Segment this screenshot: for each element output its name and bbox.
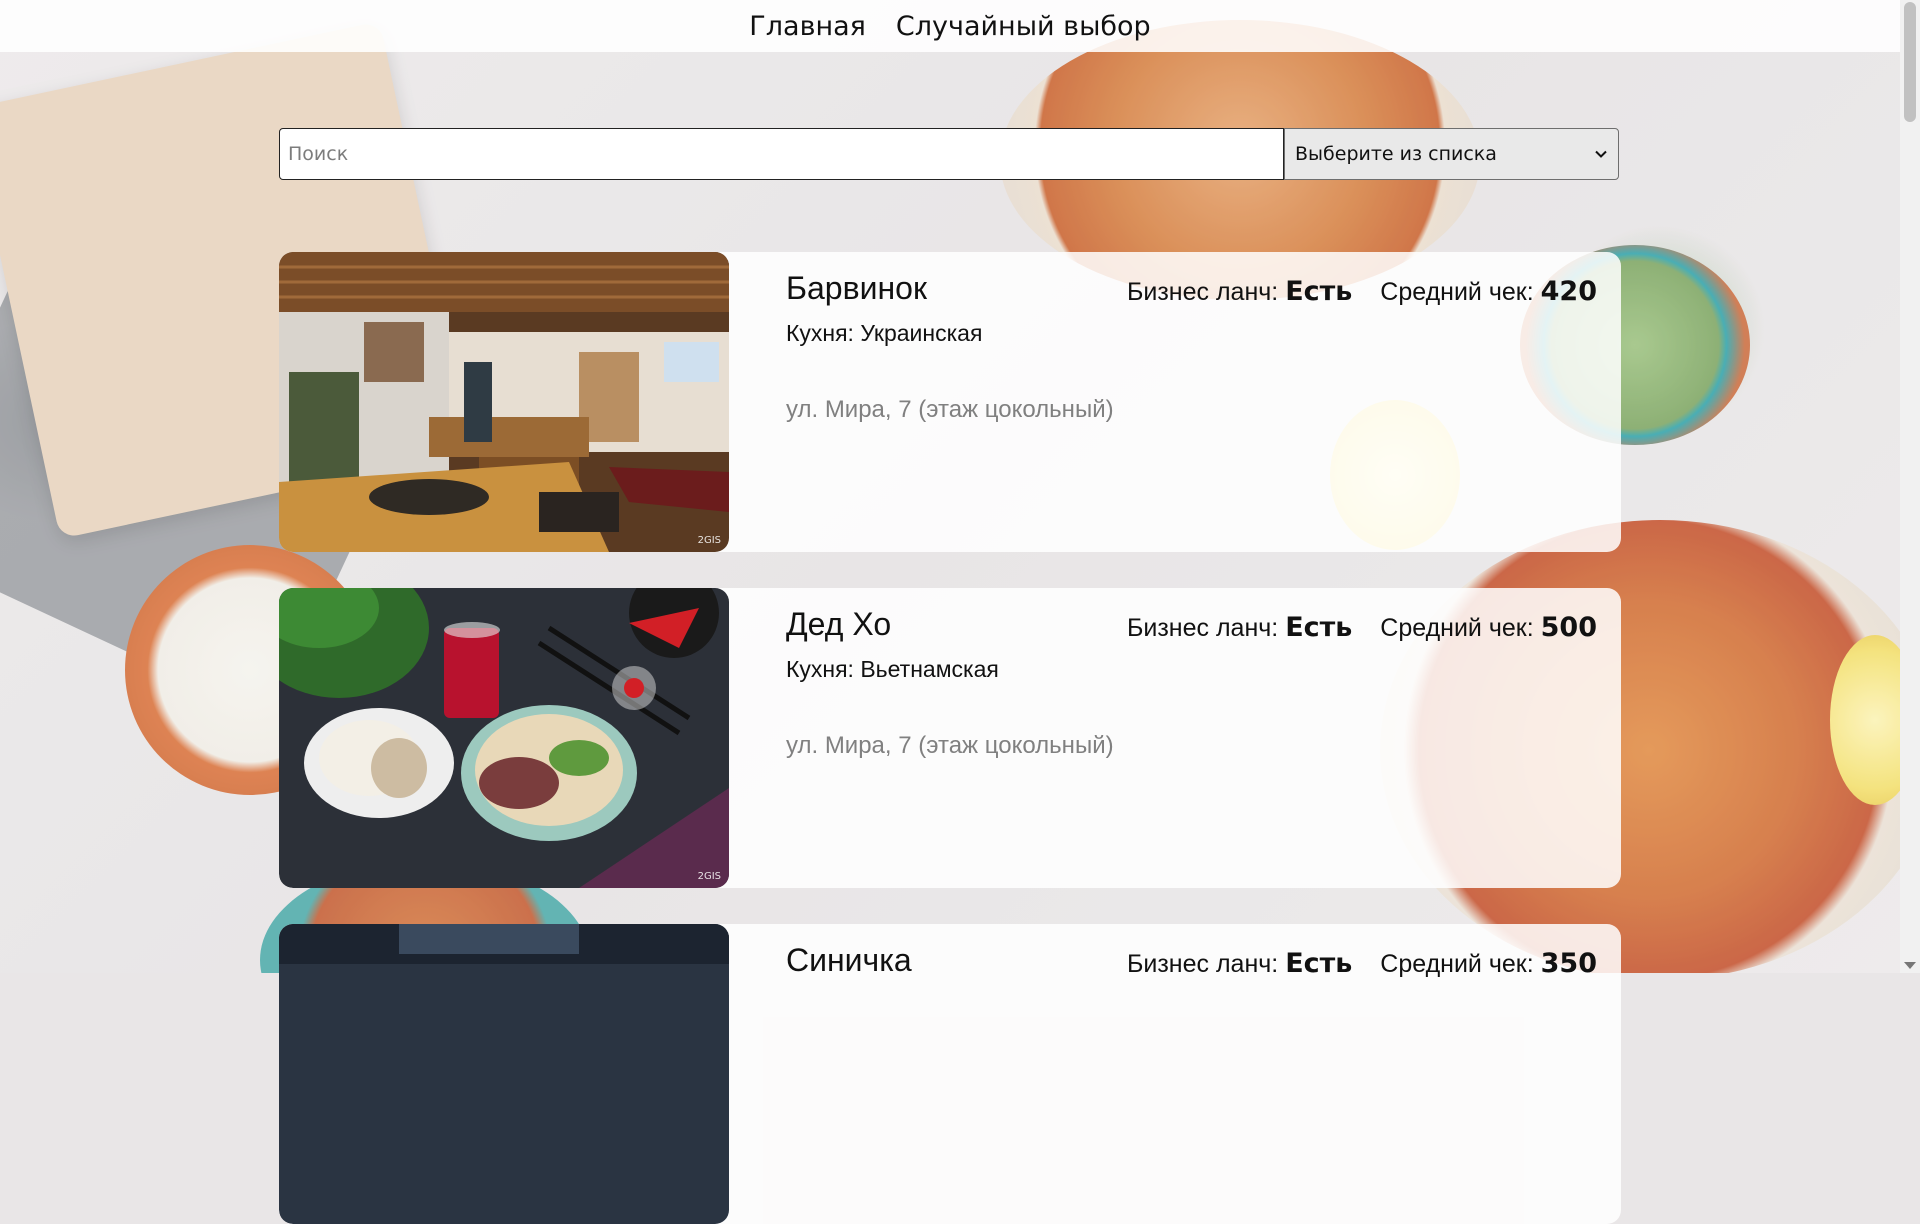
business-lunch-value: Есть xyxy=(1285,276,1353,307)
photo-watermark: 2GIS xyxy=(697,871,721,882)
restaurant-card[interactable]: Синичка Бизнес ланч: Есть Средний чек: 3… xyxy=(279,924,1621,1224)
avg-check-value: 420 xyxy=(1540,276,1597,307)
page-scrollbar[interactable] xyxy=(1900,0,1920,973)
search-input[interactable] xyxy=(279,128,1284,180)
scroll-down-arrow-icon[interactable] xyxy=(1904,962,1916,969)
restaurant-name: Барвинок xyxy=(786,270,927,306)
cuisine-select-value: Выберите из списка xyxy=(1295,143,1497,165)
restaurant-photo xyxy=(279,924,729,1224)
restaurant-meta: Бизнес ланч: Есть Средний чек: 420 xyxy=(1127,276,1597,307)
restaurant-meta: Бизнес ланч: Есть Средний чек: 500 xyxy=(1127,612,1597,643)
restaurant-card[interactable]: 2GIS Дед Хо Кухня: Вьетнамская ул. Мира,… xyxy=(279,588,1621,888)
search-row: Выберите из списка xyxy=(279,128,1619,180)
chevron-down-icon xyxy=(1595,150,1607,158)
restaurant-cuisine: Кухня: Украинская xyxy=(786,320,983,346)
restaurant-address: ул. Мира, 7 (этаж цокольный) xyxy=(786,732,1114,759)
avg-check-value: 500 xyxy=(1540,612,1597,643)
avg-check-label: Средний чек: xyxy=(1380,278,1534,306)
restaurant-card[interactable]: 2GIS Барвинок Кухня: Украинская ул. Мира… xyxy=(279,252,1621,552)
restaurant-meta: Бизнес ланч: Есть Средний чек: 350 xyxy=(1127,948,1597,979)
avg-check-label: Средний чек: xyxy=(1380,614,1534,642)
restaurant-address: ул. Мира, 7 (этаж цокольный) xyxy=(786,396,1114,423)
restaurant-photo: 2GIS xyxy=(279,252,729,552)
avg-check-value: 350 xyxy=(1540,948,1597,979)
restaurant-photo: 2GIS xyxy=(279,588,729,888)
business-lunch-label: Бизнес ланч: xyxy=(1126,614,1279,642)
restaurant-name: Дед Хо xyxy=(786,606,892,642)
restaurant-cuisine: Кухня: Вьетнамская xyxy=(786,656,999,682)
avg-check-label: Средний чек: xyxy=(1380,950,1534,978)
restaurant-name: Синичка xyxy=(786,942,912,978)
scrollbar-thumb[interactable] xyxy=(1904,2,1916,122)
business-lunch-value: Есть xyxy=(1285,948,1353,979)
nav-home-link[interactable]: Главная xyxy=(749,11,866,42)
nav-random-link[interactable]: Случайный выбор xyxy=(896,11,1151,42)
business-lunch-label: Бизнес ланч: xyxy=(1126,950,1279,978)
business-lunch-value: Есть xyxy=(1285,612,1353,643)
cuisine-select[interactable]: Выберите из списка xyxy=(1284,128,1619,180)
photo-watermark: 2GIS xyxy=(697,535,721,546)
top-navigation: Главная Случайный выбор xyxy=(0,0,1900,52)
business-lunch-label: Бизнес ланч: xyxy=(1126,278,1279,306)
